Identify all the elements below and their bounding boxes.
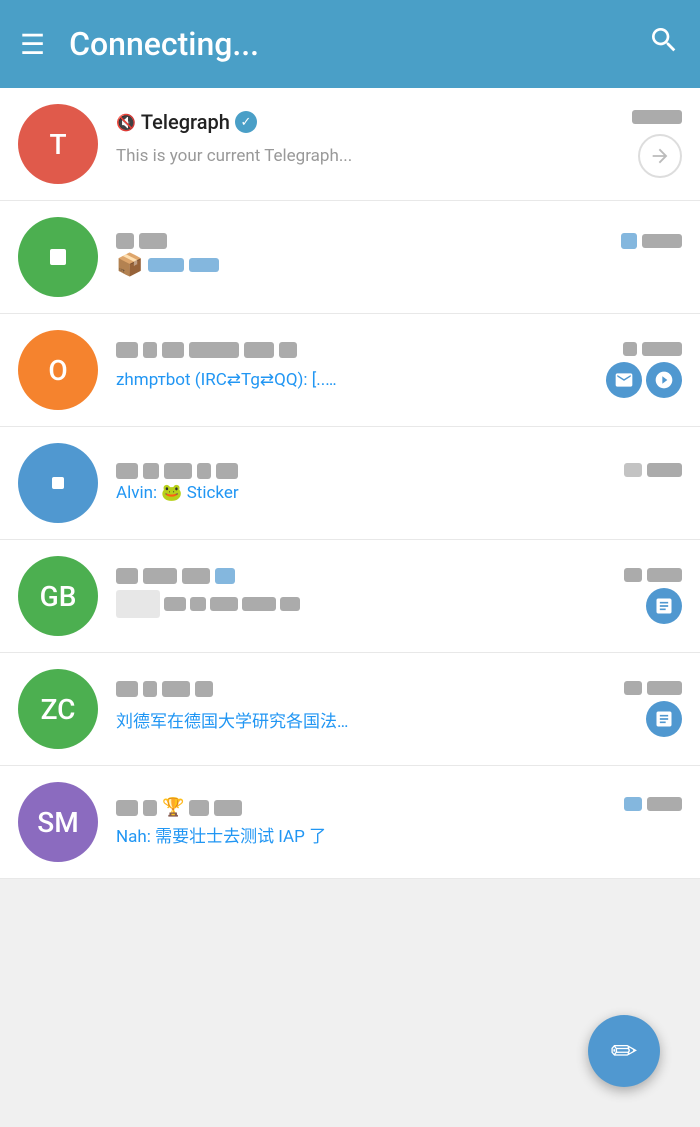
chat-preview: This is your current Telegraph...: [116, 146, 352, 166]
unread-badge: [606, 362, 642, 398]
list-item[interactable]: 📦: [0, 201, 700, 314]
action-badge: [646, 588, 682, 624]
search-icon[interactable]: [648, 24, 680, 64]
chat-list: T 🔇 Telegraph ✓ This is your current Tel…: [0, 88, 700, 879]
chat-content: 🏆 Nah: 需要壮士去测试 IAP 了: [116, 797, 682, 847]
chat-preview: 刘德军在德国大学研究各国法…: [116, 707, 348, 732]
avatar: T: [18, 104, 98, 184]
topbar: ☰ Connecting...: [0, 0, 700, 88]
avatar: SM: [18, 782, 98, 862]
chat-preview: Alvin: 🐸 Sticker: [116, 483, 239, 503]
list-item[interactable]: ZC 刘德军在德: [0, 653, 700, 766]
verified-icon: ✓: [235, 111, 257, 133]
chat-name: Telegraph: [141, 110, 230, 134]
chat-content: zhmртbot (IRC⇄Tg⇄QQ): [..…: [116, 342, 682, 398]
forward-icon: [638, 134, 682, 178]
chat-content: [116, 568, 682, 624]
chat-preview: zhmртbot (IRC⇄Tg⇄QQ): [..…: [116, 370, 337, 390]
avatar: ZC: [18, 669, 98, 749]
chat-content: 刘德军在德国大学研究各国法…: [116, 681, 682, 737]
unread-badge-2: [646, 362, 682, 398]
avatar: O: [18, 330, 98, 410]
avatar: [18, 217, 98, 297]
avatar: GB: [18, 556, 98, 636]
list-item[interactable]: T 🔇 Telegraph ✓ This is your current Tel…: [0, 88, 700, 201]
list-item[interactable]: O: [0, 314, 700, 427]
list-item[interactable]: SM 🏆: [0, 766, 700, 879]
avatar: [18, 443, 98, 523]
right-col: [632, 110, 682, 124]
chat-content: 🔇 Telegraph ✓ This is your current Teleg…: [116, 110, 682, 178]
menu-icon[interactable]: ☰: [20, 28, 45, 61]
chat-content: Alvin: 🐸 Sticker: [116, 463, 682, 503]
list-item[interactable]: Alvin: 🐸 Sticker: [0, 427, 700, 540]
chat-preview: Nah: 需要壮士去测试 IAP 了: [116, 822, 326, 847]
compose-fab[interactable]: ✏: [588, 1015, 660, 1087]
chat-preview-row: This is your current Telegraph...: [116, 134, 682, 178]
chat-content: 📦: [116, 233, 682, 282]
mute-icon: 🔇: [116, 113, 136, 132]
action-badge: [646, 701, 682, 737]
list-item[interactable]: GB: [0, 540, 700, 653]
topbar-title: Connecting...: [69, 25, 648, 63]
